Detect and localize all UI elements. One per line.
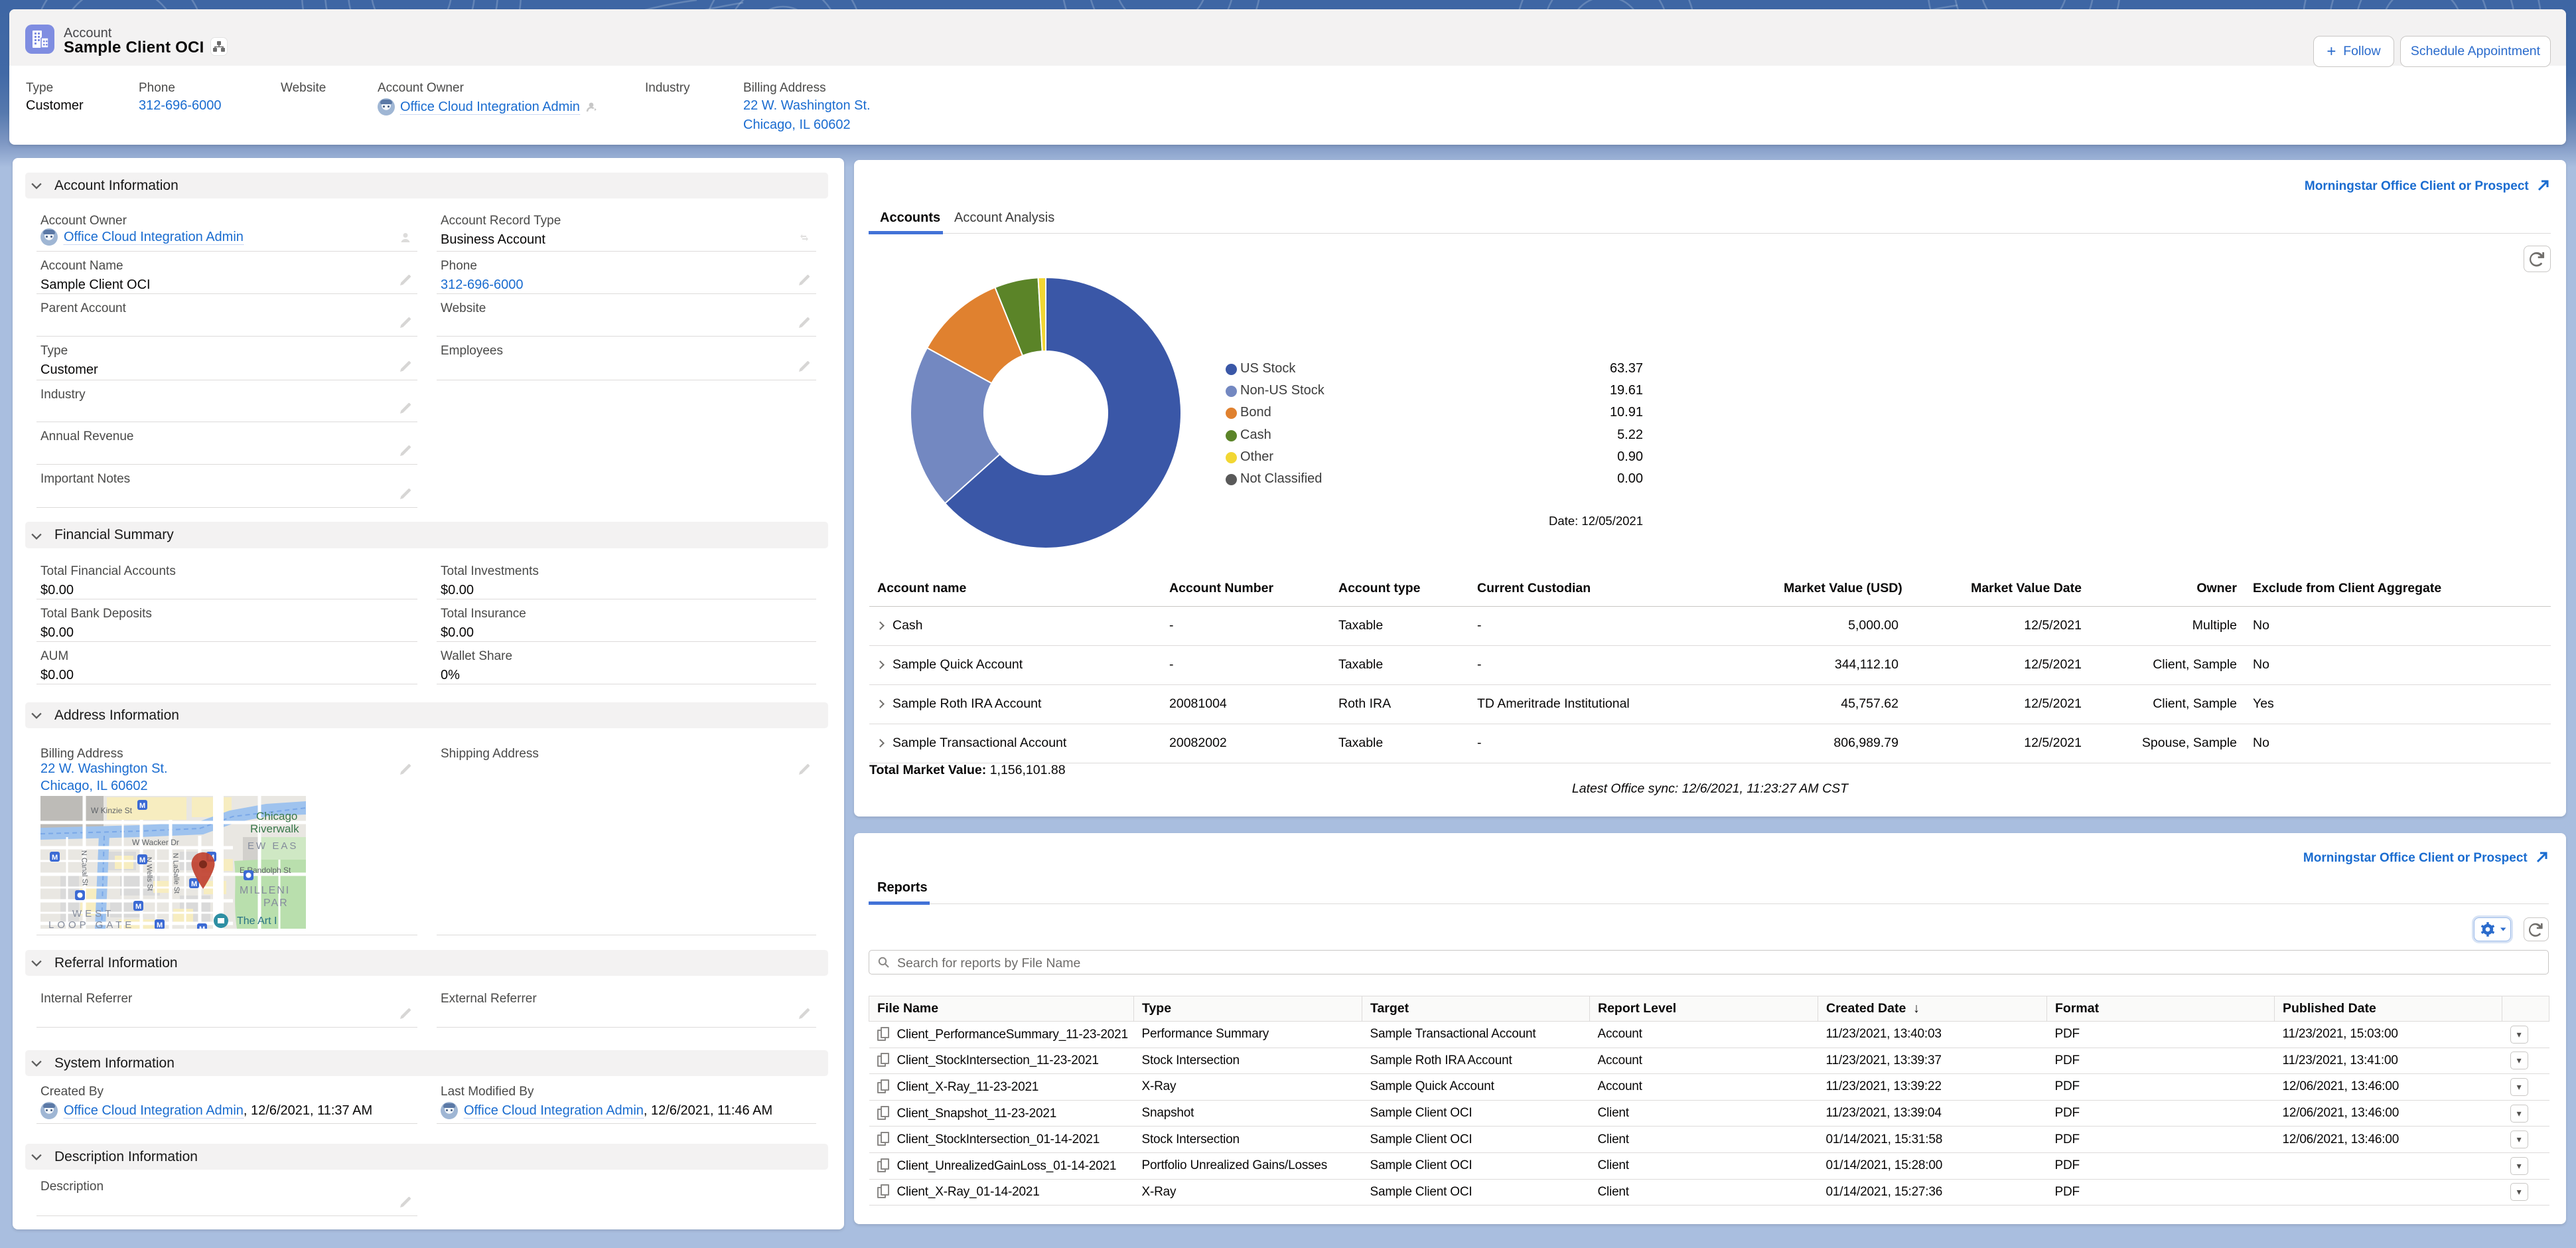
svg-text:The Art I: The Art I — [237, 915, 277, 927]
svg-text:Chicago: Chicago — [256, 810, 297, 822]
svg-text:M: M — [157, 921, 163, 929]
svg-text:N Canal St: N Canal St — [80, 850, 89, 886]
svg-text:W Kinzie St: W Kinzie St — [91, 806, 133, 815]
svg-text:N LaSalle St: N LaSalle St — [171, 853, 180, 894]
svg-text:LOOP GATE: LOOP GATE — [48, 919, 135, 929]
svg-text:M: M — [199, 925, 205, 929]
svg-text:WEST: WEST — [72, 908, 114, 919]
svg-text:M: M — [139, 802, 145, 810]
svg-text:PAR: PAR — [263, 897, 289, 909]
svg-text:Riverwalk: Riverwalk — [250, 822, 299, 835]
svg-text:M: M — [52, 854, 58, 862]
svg-text:M: M — [135, 903, 141, 911]
svg-text:M: M — [191, 880, 197, 888]
svg-text:W Wacker Dr: W Wacker Dr — [132, 838, 179, 847]
svg-text:MILLENI: MILLENI — [240, 885, 290, 896]
svg-text:EW EAS: EW EAS — [248, 840, 298, 852]
svg-text:M: M — [139, 856, 145, 864]
